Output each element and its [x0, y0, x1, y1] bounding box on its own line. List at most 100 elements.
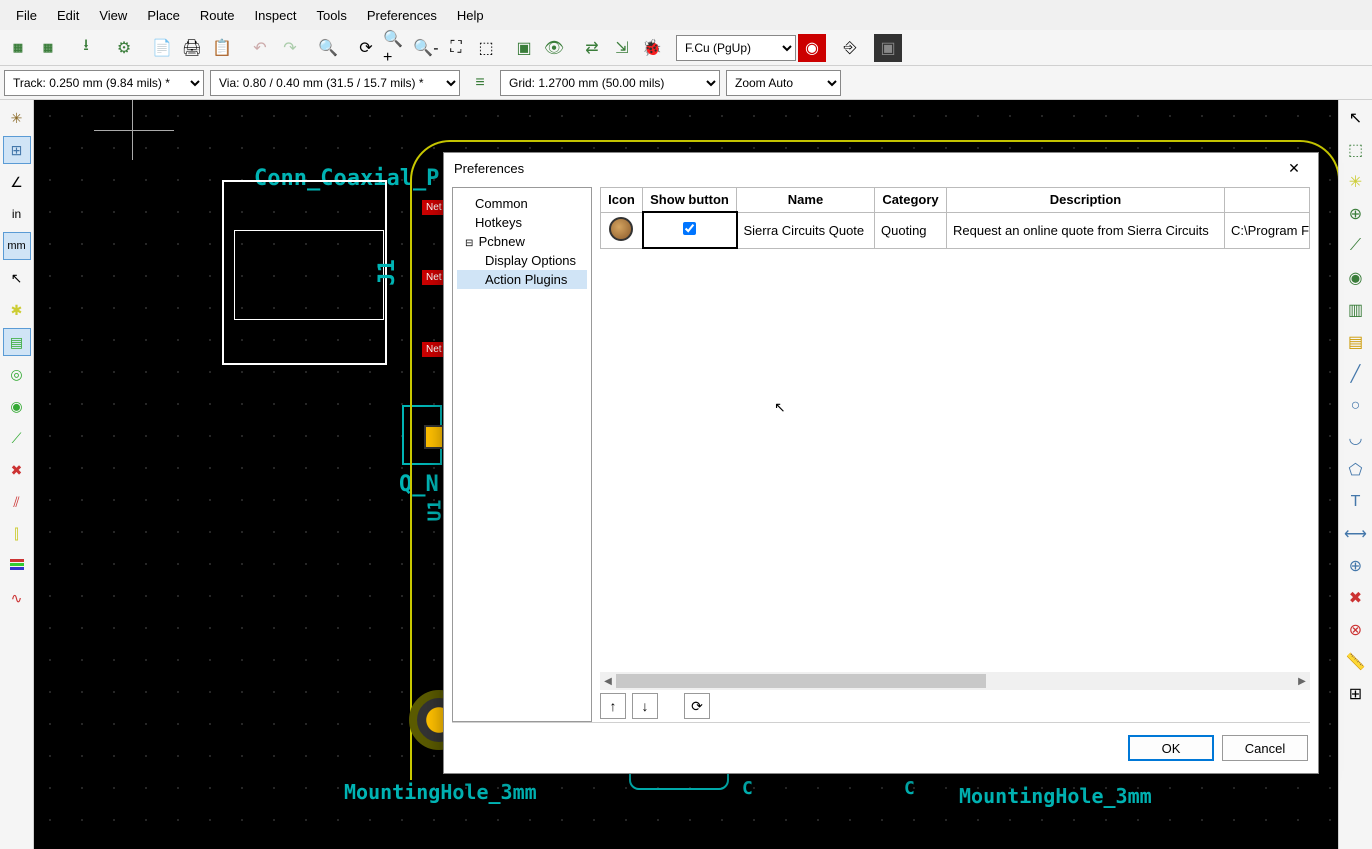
menu-file[interactable]: File: [6, 4, 47, 27]
tree-common[interactable]: Common: [457, 194, 587, 213]
page-settings-icon[interactable]: ▦: [34, 34, 62, 62]
add-dimension-icon[interactable]: ⟷: [1342, 520, 1370, 548]
zoom-fit-icon[interactable]: ⛶: [442, 34, 470, 62]
add-zone-icon[interactable]: ▥: [1342, 296, 1370, 324]
add-footprint-icon[interactable]: ⊕: [1342, 200, 1370, 228]
add-line-icon[interactable]: ╱: [1342, 360, 1370, 388]
add-polygon-icon[interactable]: ⬠: [1342, 456, 1370, 484]
ref-j1: J1: [375, 259, 400, 286]
auto-track-icon[interactable]: ≡: [466, 69, 494, 97]
add-arc-icon[interactable]: ◡: [1342, 424, 1370, 452]
close-icon[interactable]: ✕: [1280, 157, 1308, 179]
fill-zones-icon[interactable]: ▤: [3, 328, 31, 356]
show-layers-icon[interactable]: ⫽: [3, 488, 31, 516]
col-name[interactable]: Name: [737, 188, 875, 213]
select-tool-icon[interactable]: ↖: [1342, 104, 1370, 132]
pad-outline-icon[interactable]: ◎: [3, 360, 31, 388]
delete-icon[interactable]: ✖: [1342, 584, 1370, 612]
page-layout-icon[interactable]: 📄: [148, 34, 176, 62]
col-description[interactable]: Description: [947, 188, 1225, 213]
units-mm-button[interactable]: mm: [3, 232, 31, 260]
highlight-net-icon[interactable]: ⬚: [1342, 136, 1370, 164]
add-text-icon[interactable]: T: [1342, 488, 1370, 516]
table-row[interactable]: Sierra Circuits Quote Quoting Request an…: [601, 212, 1310, 248]
col-show[interactable]: Show button: [643, 188, 737, 213]
plugin-icon[interactable]: ▣: [874, 34, 902, 62]
via-size-select[interactable]: Via: 0.80 / 0.40 mm (31.5 / 15.7 mils) *: [210, 70, 460, 96]
plot-icon[interactable]: 📋: [208, 34, 236, 62]
board-setup-icon[interactable]: ▦: [4, 34, 32, 62]
save-icon[interactable]: ⭳: [72, 34, 100, 62]
zoom-in-icon[interactable]: 🔍+: [382, 34, 410, 62]
import-netlist-icon[interactable]: ⇲: [608, 34, 636, 62]
dialog-title: Preferences: [454, 161, 524, 176]
tree-action-plugins[interactable]: Action Plugins: [457, 270, 587, 289]
footprint-viewer-icon[interactable]: 👁: [540, 34, 568, 62]
scroll-left-icon[interactable]: ◀: [600, 676, 616, 687]
update-schematic-icon[interactable]: ⇄: [578, 34, 606, 62]
track-outline-icon[interactable]: ⟋: [3, 424, 31, 452]
redo-icon[interactable]: ↷: [276, 34, 304, 62]
tree-pcbnew[interactable]: ⊟ Pcbnew: [457, 232, 587, 251]
units-in-button[interactable]: in: [3, 200, 31, 228]
layer-colors-icon[interactable]: [3, 552, 31, 580]
grid-select[interactable]: Grid: 1.2700 mm (50.00 mils): [500, 70, 720, 96]
refresh-icon[interactable]: ⟳: [352, 34, 380, 62]
menu-edit[interactable]: Edit: [47, 4, 89, 27]
print-icon[interactable]: 🖨: [178, 34, 206, 62]
add-keepout-icon[interactable]: ▤: [1342, 328, 1370, 356]
layer-pair-icon[interactable]: ◉: [798, 34, 826, 62]
menu-help[interactable]: Help: [447, 4, 494, 27]
zoom-select[interactable]: Zoom Auto: [726, 70, 841, 96]
tree-display-options[interactable]: Display Options: [457, 251, 587, 270]
measure-icon[interactable]: 📏: [1342, 648, 1370, 676]
add-target-icon[interactable]: ⊕: [1342, 552, 1370, 580]
menu-inspect[interactable]: Inspect: [245, 4, 307, 27]
layers-manager-icon[interactable]: ⫿: [3, 520, 31, 548]
menu-preferences[interactable]: Preferences: [357, 4, 447, 27]
track-width-select[interactable]: Track: 0.250 mm (9.84 mils) *: [4, 70, 204, 96]
scroll-thumb[interactable]: [616, 674, 986, 688]
ok-button[interactable]: OK: [1128, 735, 1214, 761]
reload-plugins-button[interactable]: ⟳: [684, 693, 710, 719]
tree-hotkeys[interactable]: Hotkeys: [457, 213, 587, 232]
show-grid-icon[interactable]: ⊞: [3, 136, 31, 164]
add-via-icon[interactable]: ◉: [1342, 264, 1370, 292]
right-toolbar: ↖ ⬚ ✳ ⊕ ⟋ ◉ ▥ ▤ ╱ ○ ◡ ⬠ T ⟷ ⊕ ✖ ⊗ 📏 ⊞: [1338, 100, 1372, 849]
col-path[interactable]: [1225, 188, 1310, 213]
zoom-out-icon[interactable]: 🔍-: [412, 34, 440, 62]
show-ratsnest-toggle-icon[interactable]: ✱: [3, 296, 31, 324]
move-up-button[interactable]: ↑: [600, 693, 626, 719]
route-track-icon[interactable]: ⟋: [1342, 232, 1370, 260]
layer-select[interactable]: F.Cu (PgUp): [676, 35, 796, 61]
show-ratsnest-icon[interactable]: ✳: [3, 104, 31, 132]
menu-place[interactable]: Place: [137, 4, 190, 27]
undo-icon[interactable]: ↶: [246, 34, 274, 62]
zoom-selection-icon[interactable]: ⬚: [472, 34, 500, 62]
menu-view[interactable]: View: [89, 4, 137, 27]
polar-coord-icon[interactable]: ∠: [3, 168, 31, 196]
scripting-icon[interactable]: ⎆: [836, 34, 864, 62]
scroll-right-icon[interactable]: ▶: [1294, 676, 1310, 687]
horizontal-scrollbar[interactable]: ◀ ▶: [600, 672, 1310, 690]
move-down-button[interactable]: ↓: [632, 693, 658, 719]
cursor-shape-icon[interactable]: ↖: [3, 264, 31, 292]
footprint-editor-icon[interactable]: ▣: [510, 34, 538, 62]
show-button-checkbox[interactable]: [683, 222, 696, 235]
set-origin-icon[interactable]: ⊗: [1342, 616, 1370, 644]
grid-origin-icon[interactable]: ⊞: [1342, 680, 1370, 708]
menu-tools[interactable]: Tools: [306, 4, 356, 27]
menu-route[interactable]: Route: [190, 4, 245, 27]
drc-icon[interactable]: 🐞: [638, 34, 666, 62]
col-category[interactable]: Category: [875, 188, 947, 213]
find-icon[interactable]: 🔍: [314, 34, 342, 62]
local-ratsnest-icon[interactable]: ✳: [1342, 168, 1370, 196]
cancel-button[interactable]: Cancel: [1222, 735, 1308, 761]
contrast-mode-icon[interactable]: ✖: [3, 456, 31, 484]
col-icon[interactable]: Icon: [601, 188, 643, 213]
add-circle-icon[interactable]: ○: [1342, 392, 1370, 420]
microwave-icon[interactable]: ∿: [3, 584, 31, 612]
board-setup-button[interactable]: ⚙: [110, 34, 138, 62]
via-outline-icon[interactable]: ◉: [3, 392, 31, 420]
preferences-dialog: Preferences ✕ Common Hotkeys ⊟ Pcbnew Di…: [443, 152, 1319, 774]
